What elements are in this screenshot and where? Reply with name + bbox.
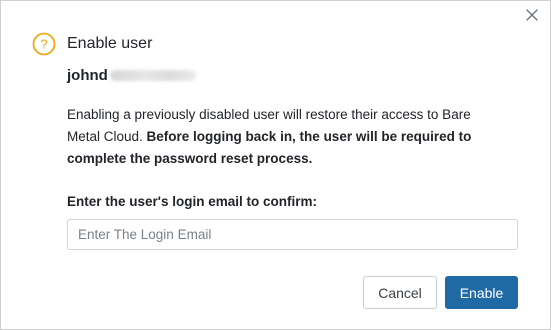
login-email-input[interactable] bbox=[67, 219, 518, 250]
confirm-email-label: Enter the user's login email to confirm: bbox=[67, 194, 318, 209]
enable-user-dialog: ? Enable user johnd Enabling a previousl… bbox=[0, 0, 551, 330]
user-email: johnd bbox=[67, 65, 196, 85]
redacted-email-blur bbox=[109, 69, 196, 81]
cancel-button[interactable]: Cancel bbox=[363, 276, 437, 309]
user-email-text: johnd bbox=[67, 66, 108, 84]
dialog-header: ? Enable user bbox=[32, 32, 152, 56]
close-icon[interactable] bbox=[524, 7, 540, 23]
question-circle-icon: ? bbox=[32, 32, 56, 56]
enable-button[interactable]: Enable bbox=[445, 276, 518, 309]
dialog-description: Enabling a previously disabled user will… bbox=[67, 104, 507, 170]
svg-text:?: ? bbox=[40, 37, 47, 52]
dialog-title: Enable user bbox=[67, 35, 153, 52]
